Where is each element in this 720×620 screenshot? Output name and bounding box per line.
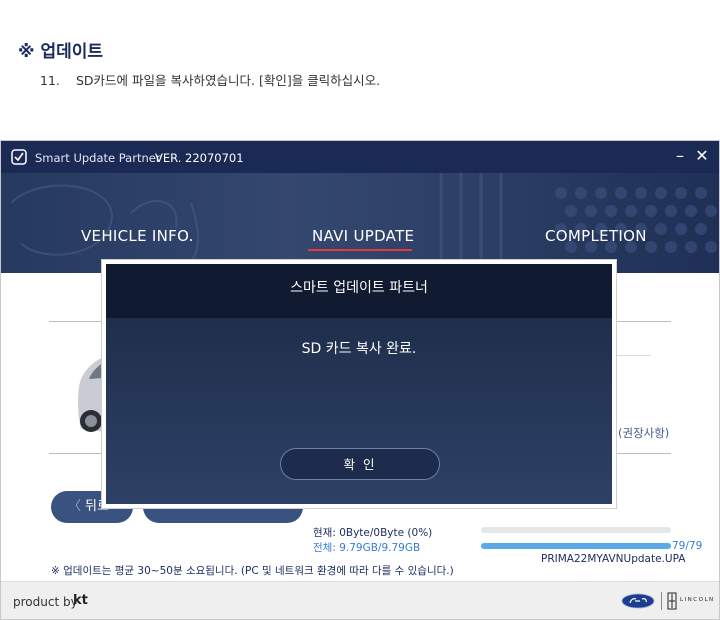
dialog-body: 스마트 업데이트 파트너 SD 카드 복사 완료. 확 인 (106, 264, 612, 504)
step-number: 11. (40, 73, 60, 88)
lincoln-wordmark: LINCOLN (680, 597, 715, 603)
dialog-title: 스마트 업데이트 파트너 (290, 280, 428, 296)
step-banner: VEHICLE INFO. NAVI UPDATE COMPLETION (1, 173, 719, 273)
tab-vehicle-info: VEHICLE INFO. (81, 227, 194, 245)
logo-divider (661, 592, 662, 610)
current-filename: PRIMA22MYAVNUpdate.UPA (541, 553, 686, 565)
file-count: 79/79 (672, 540, 703, 552)
close-button[interactable]: ✕ (693, 147, 711, 165)
product-by-label: product by (13, 595, 78, 609)
minimize-button[interactable]: – (671, 147, 689, 165)
total-progress-text: 전체: 9.79GB/9.79GB (313, 542, 421, 554)
app-logo-icon (11, 149, 27, 165)
confirm-button[interactable]: 확 인 (280, 448, 440, 480)
dialog-header: 스마트 업데이트 파트너 (106, 264, 612, 318)
total-progress-bar (481, 543, 671, 549)
banner-background-icon (10, 173, 717, 273)
footer: product by kt LINCOLN (1, 581, 719, 619)
lincoln-star-icon (667, 592, 677, 610)
tab-completion: COMPLETION (545, 227, 647, 245)
current-progress-bar (481, 527, 671, 533)
tab-navi-update: NAVI UPDATE (312, 227, 415, 245)
active-tab-underline (308, 249, 412, 251)
doc-step: 11. SD카드에 파일을 복사하였습니다. [확인]을 클릭하십시오. (40, 70, 380, 89)
app-version: VER. 22070701 (155, 151, 244, 165)
doc-heading: ※ 업데이트 (18, 42, 104, 62)
step-text: SD카드에 파일을 복사하였습니다. [확인]을 클릭하십시오. (76, 73, 381, 88)
duration-note: ※ 업데이트는 평균 30~50분 소요됩니다. (PC 및 네트워크 환경에 … (51, 565, 454, 577)
kt-logo: kt (73, 593, 88, 608)
title-bar: Smart Update Partner VER. 22070701 – ✕ (1, 141, 719, 173)
current-progress-text: 현재: 0Byte/0Byte (0%) (313, 527, 433, 539)
app-name: Smart Update Partner (35, 151, 161, 165)
ford-logo-icon (621, 593, 655, 609)
completion-dialog: 스마트 업데이트 파트너 SD 카드 복사 완료. 확 인 (102, 260, 616, 508)
dialog-message: SD 카드 복사 완료. (301, 341, 417, 357)
total-progress-fill (481, 543, 671, 549)
chevron-left-icon: 〈 (68, 499, 82, 514)
recommend-note: (권장사항) (618, 426, 670, 440)
